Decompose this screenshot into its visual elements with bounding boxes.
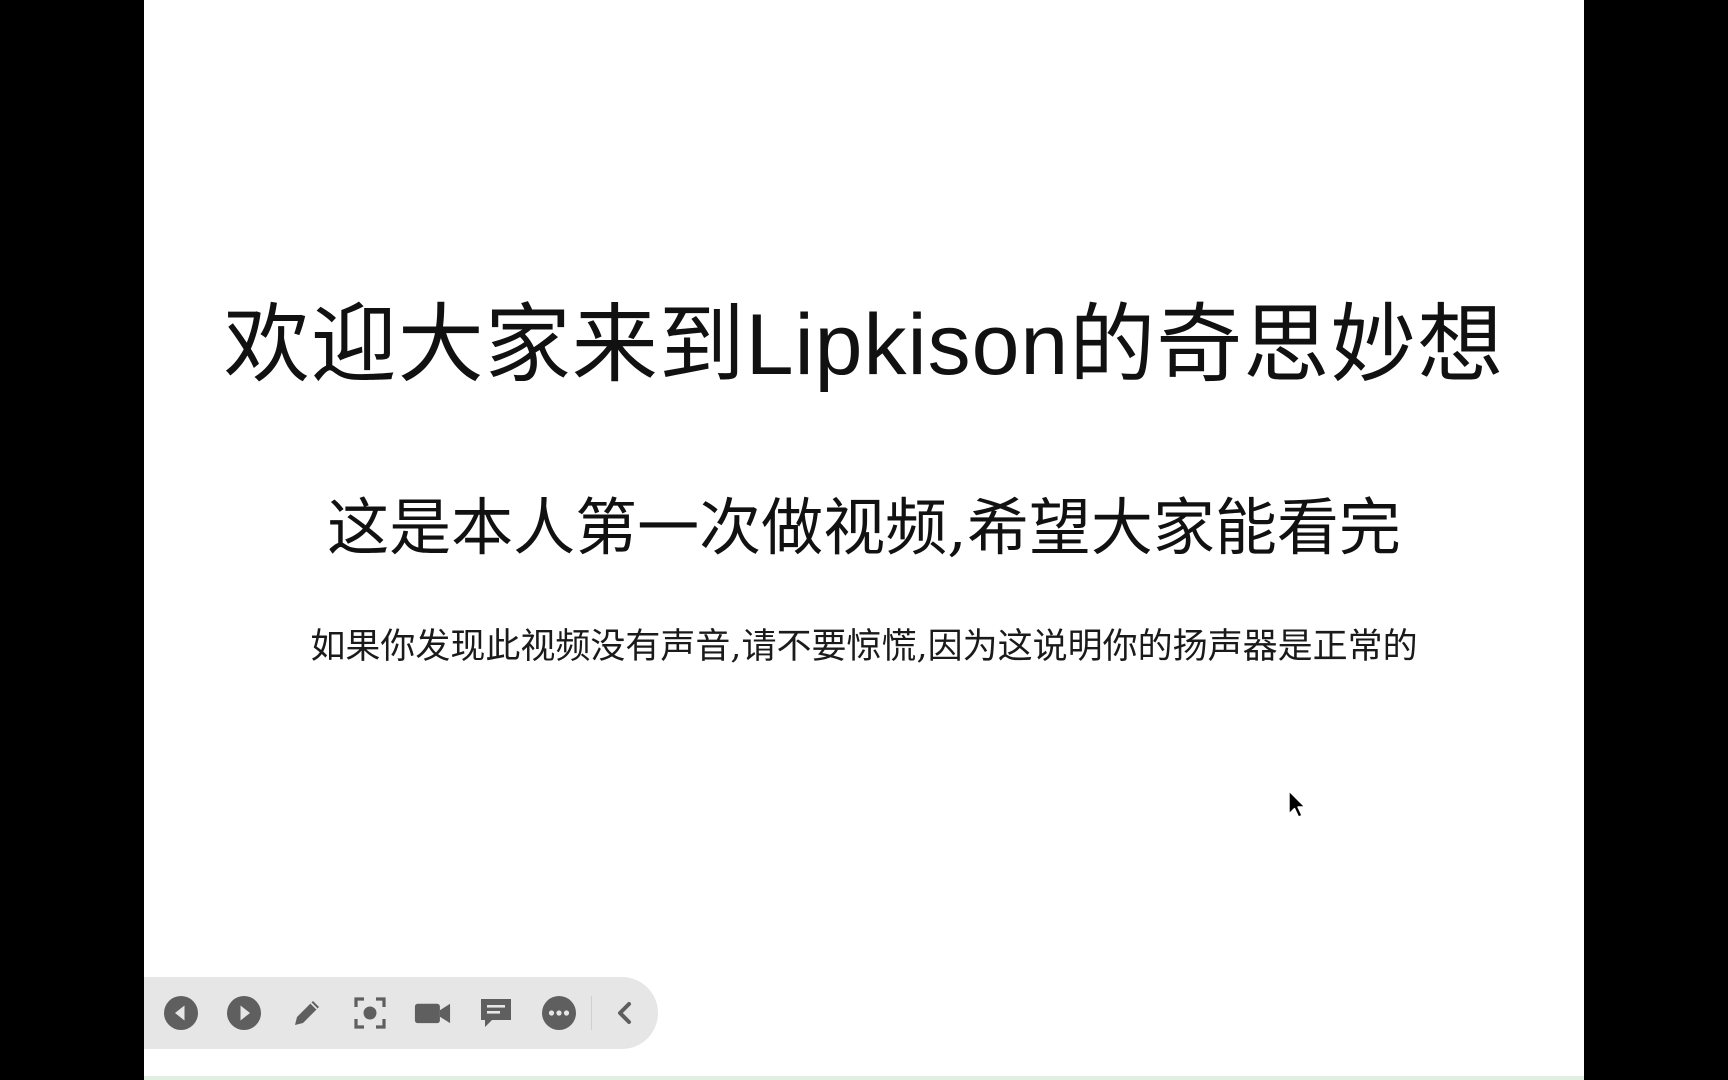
toolbar-divider xyxy=(591,996,592,1030)
bottom-edge xyxy=(144,1076,1584,1080)
next-slide-button[interactable] xyxy=(225,995,262,1032)
pen-icon xyxy=(294,1001,319,1025)
camera-icon xyxy=(414,1003,451,1024)
title-latin: Lipkison xyxy=(745,297,1070,393)
collapse-chevron-icon xyxy=(617,1002,631,1024)
more-icon xyxy=(541,996,576,1030)
next-icon xyxy=(226,996,261,1030)
slide-canvas: 欢迎大家来到Lipkison的奇思妙想 这是本人第一次做视频,希望大家能看完 如… xyxy=(144,0,1584,1080)
mouse-cursor-icon xyxy=(1288,790,1306,818)
comment-button[interactable] xyxy=(477,995,514,1032)
slide-note: 如果你发现此视频没有声音,请不要惊慌,因为这说明你的扬声器是正常的 xyxy=(310,627,1418,667)
pen-button[interactable] xyxy=(288,995,325,1032)
slide-subtitle: 这是本人第一次做视频,希望大家能看完 xyxy=(327,491,1401,564)
presentation-stage: 欢迎大家来到Lipkison的奇思妙想 这是本人第一次做视频,希望大家能看完 如… xyxy=(0,0,1728,1080)
collapse-toolbar-button[interactable] xyxy=(606,995,643,1032)
slide-title: 欢迎大家来到Lipkison的奇思妙想 xyxy=(144,295,1584,395)
camera-button[interactable] xyxy=(414,995,451,1032)
more-button[interactable] xyxy=(540,995,577,1032)
previous-icon xyxy=(163,996,198,1030)
screenshot-icon xyxy=(353,997,386,1029)
screenshot-button[interactable] xyxy=(351,995,388,1032)
title-part1: 欢迎大家来到 xyxy=(223,295,746,395)
presentation-toolbar xyxy=(144,977,658,1049)
previous-slide-button[interactable] xyxy=(162,995,199,1032)
title-part2: 的奇思妙想 xyxy=(1069,295,1505,395)
comment-icon xyxy=(480,999,511,1027)
